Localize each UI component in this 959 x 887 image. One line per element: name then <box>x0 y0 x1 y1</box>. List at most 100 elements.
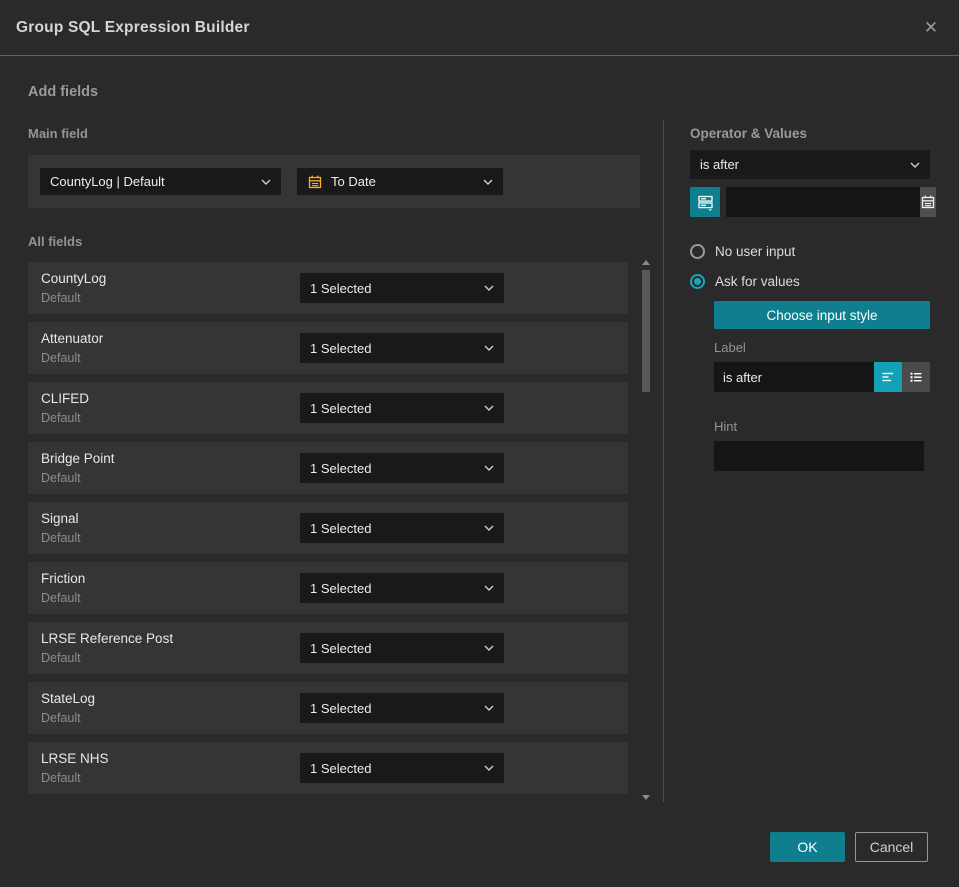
chevron-down-icon <box>483 179 493 185</box>
field-selected-value: 1 Selected <box>310 760 372 776</box>
chevron-down-icon <box>484 585 494 591</box>
all-fields-label: All fields <box>28 234 83 249</box>
hint-caption: Hint <box>714 419 738 434</box>
calendar-icon <box>921 195 935 209</box>
field-name: Signal <box>41 511 79 526</box>
radio-label: No user input <box>715 243 796 259</box>
all-fields-list: CountyLog Default 1 Selected Attenuator … <box>28 262 628 802</box>
input-mode-radios: No user input Ask for values <box>690 241 930 291</box>
chevron-down-icon <box>484 645 494 651</box>
field-name: LRSE Reference Post <box>41 631 174 646</box>
field-selected-dropdown[interactable]: 1 Selected <box>300 273 504 303</box>
list-scrollbar[interactable] <box>641 258 651 802</box>
field-selected-dropdown[interactable]: 1 Selected <box>300 633 504 663</box>
field-subtitle: Default <box>41 591 81 605</box>
operator-values-panel: is after No user input Ask for values Ch… <box>690 150 936 471</box>
field-row: Bridge Point Default 1 Selected <box>28 442 628 494</box>
field-stack-icon <box>697 195 713 211</box>
main-field-value-select[interactable]: To Date <box>297 168 503 195</box>
radio-no-user-input[interactable]: No user input <box>690 241 930 261</box>
dialog-header: Group SQL Expression Builder ✕ <box>0 0 959 56</box>
chevron-down-icon <box>484 285 494 291</box>
field-selected-dropdown[interactable]: 1 Selected <box>300 513 504 543</box>
field-row: CountyLog Default 1 Selected <box>28 262 628 314</box>
field-selected-value: 1 Selected <box>310 460 372 476</box>
chevron-down-icon <box>484 525 494 531</box>
chevron-down-icon <box>484 705 494 711</box>
add-fields-heading: Add fields <box>28 84 99 100</box>
hint-input[interactable] <box>714 441 924 471</box>
field-selected-value: 1 Selected <box>310 700 372 716</box>
field-selected-dropdown[interactable]: 1 Selected <box>300 333 504 363</box>
field-subtitle: Default <box>41 771 81 785</box>
field-subtitle: Default <box>41 351 81 365</box>
main-field-label: Main field <box>28 126 88 141</box>
chevron-down-icon <box>261 179 271 185</box>
close-icon[interactable]: ✕ <box>919 16 943 40</box>
chevron-down-icon <box>484 405 494 411</box>
operator-select[interactable]: is after <box>690 150 930 179</box>
field-subtitle: Default <box>41 651 81 665</box>
field-subtitle: Default <box>41 471 81 485</box>
ask-for-values-section: Choose input style Label is after Hint <box>714 301 930 471</box>
choose-input-style-button[interactable]: Choose input style <box>714 301 930 329</box>
field-row: Friction Default 1 Selected <box>28 562 628 614</box>
vertical-divider <box>663 120 664 802</box>
operator-select-value: is after <box>700 157 740 172</box>
scroll-down-icon[interactable] <box>642 795 650 800</box>
label-input[interactable] <box>714 362 874 392</box>
field-selected-dropdown[interactable]: 1 Selected <box>300 393 504 423</box>
field-name: Attenuator <box>41 331 104 346</box>
field-subtitle: Default <box>41 411 81 425</box>
value-source-toggle-button[interactable] <box>690 187 720 217</box>
field-name: CountyLog <box>41 271 107 286</box>
radio-circle-icon[interactable] <box>690 243 705 259</box>
field-subtitle: Default <box>41 531 81 545</box>
chevron-down-icon <box>484 345 494 351</box>
value-row <box>690 187 936 217</box>
chevron-down-icon <box>484 765 494 771</box>
field-name: CLIFED <box>41 391 90 406</box>
radio-ask-for-values[interactable]: Ask for values <box>690 271 930 291</box>
field-name: Bridge Point <box>41 451 115 466</box>
radio-circle-icon[interactable] <box>690 273 705 289</box>
field-selected-value: 1 Selected <box>310 280 372 296</box>
ok-button[interactable]: OK <box>770 832 845 862</box>
label-row <box>714 362 930 392</box>
align-left-icon <box>882 372 893 382</box>
field-subtitle: Default <box>41 291 81 305</box>
value-input-group <box>726 187 936 217</box>
field-selected-dropdown[interactable]: 1 Selected <box>300 453 504 483</box>
field-name: Friction <box>41 571 86 586</box>
chevron-down-icon <box>910 162 920 168</box>
label-caption: Label <box>714 340 746 355</box>
field-selected-value: 1 Selected <box>310 340 372 356</box>
field-selected-dropdown[interactable]: 1 Selected <box>300 753 504 783</box>
cancel-button[interactable]: Cancel <box>855 832 928 862</box>
main-field-panel: CountyLog | Default To Date <box>28 155 640 208</box>
chevron-down-icon <box>484 465 494 471</box>
scroll-up-icon[interactable] <box>642 260 650 265</box>
bullet-list-icon <box>910 372 922 382</box>
main-field-value-select-value: To Date <box>331 174 376 189</box>
input-style-list-button[interactable] <box>902 362 930 392</box>
main-field-select[interactable]: CountyLog | Default <box>40 168 281 195</box>
field-selected-value: 1 Selected <box>310 400 372 416</box>
field-selected-dropdown[interactable]: 1 Selected <box>300 693 504 723</box>
group-sql-expression-builder-dialog: Group SQL Expression Builder ✕ Add field… <box>0 0 959 887</box>
scrollbar-thumb[interactable] <box>642 270 650 392</box>
field-name: StateLog <box>41 691 96 706</box>
field-selected-value: 1 Selected <box>310 580 372 596</box>
operator-values-heading: Operator & Values <box>690 126 808 141</box>
main-field-select-value: CountyLog | Default <box>50 174 165 189</box>
field-name: LRSE NHS <box>41 751 109 766</box>
field-selected-dropdown[interactable]: 1 Selected <box>300 573 504 603</box>
field-selected-value: 1 Selected <box>310 640 372 656</box>
field-subtitle: Default <box>41 711 81 725</box>
dialog-title: Group SQL Expression Builder <box>16 18 250 36</box>
field-row: Attenuator Default 1 Selected <box>28 322 628 374</box>
input-style-single-button[interactable] <box>874 362 902 392</box>
value-input[interactable] <box>726 187 920 217</box>
radio-label: Ask for values <box>715 273 800 289</box>
date-picker-button[interactable] <box>920 187 936 217</box>
